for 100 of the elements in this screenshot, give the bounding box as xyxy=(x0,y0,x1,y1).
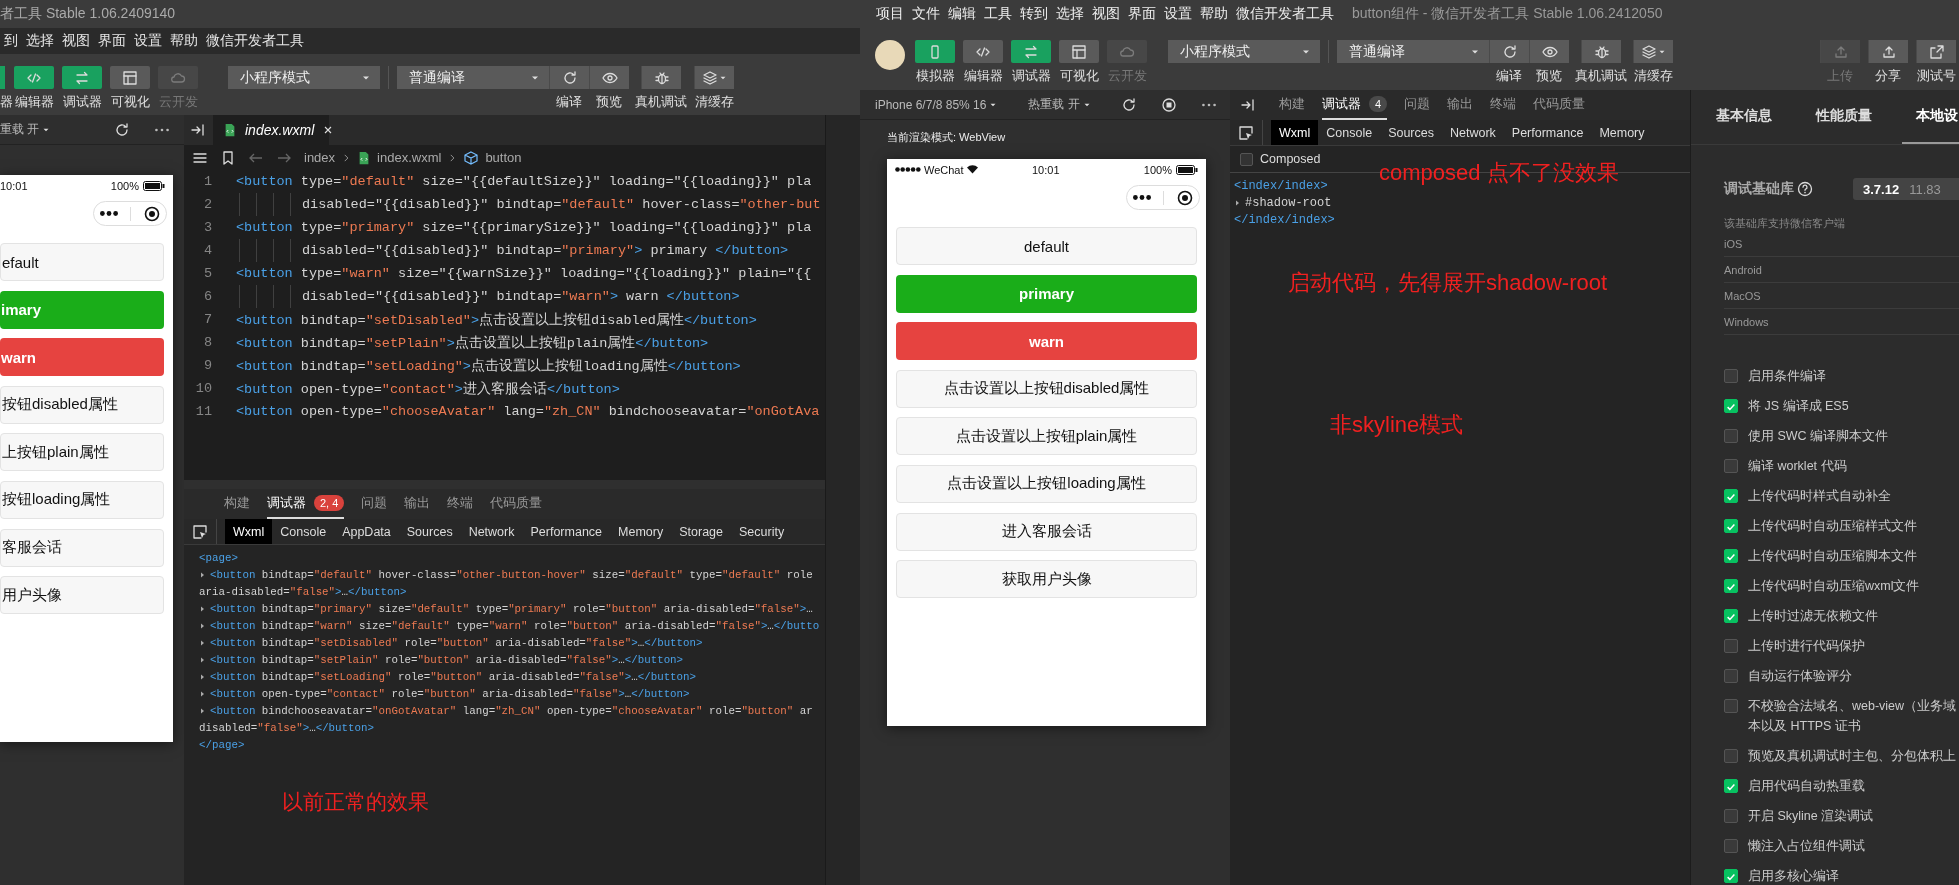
menu-item[interactable]: 文件 xyxy=(912,5,940,23)
simulator-button[interactable] xyxy=(915,40,955,63)
compile-button[interactable] xyxy=(549,66,589,89)
menu-item[interactable]: 帮助 xyxy=(170,32,198,50)
editor-tab[interactable]: index.wxml xyxy=(213,115,329,145)
panel-tab[interactable]: 问题 xyxy=(361,489,388,519)
checkbox[interactable] xyxy=(1724,779,1738,793)
checkbox[interactable] xyxy=(1724,519,1738,533)
panel-tab[interactable]: 终端 xyxy=(447,489,474,519)
menu-item[interactable]: 选择 xyxy=(26,32,54,50)
app-button[interactable]: 客服会话 xyxy=(0,528,164,567)
menu-item[interactable]: 转到 xyxy=(1020,5,1048,23)
test-account-button[interactable] xyxy=(1916,40,1956,63)
app-button[interactable]: 上按钮plain属性 xyxy=(0,433,164,472)
app-button[interactable]: 用户头像 xyxy=(0,576,164,615)
devtools-tab[interactable]: Console xyxy=(272,519,335,544)
checkbox[interactable] xyxy=(1724,549,1738,563)
app-button[interactable]: 按钮loading属性 xyxy=(0,480,164,519)
menu-item[interactable]: 帮助 xyxy=(1200,5,1228,23)
menu-item[interactable]: 选择 xyxy=(1056,5,1084,23)
checkbox[interactable] xyxy=(1724,869,1738,883)
checkbox[interactable] xyxy=(1724,839,1738,853)
menu-item[interactable]: 工具 xyxy=(984,5,1012,23)
panel-tab[interactable]: 代码质量 xyxy=(490,489,543,519)
checkbox[interactable] xyxy=(1724,749,1738,763)
avatar[interactable] xyxy=(875,40,905,70)
devtools-tab[interactable]: Console xyxy=(1318,120,1381,145)
settings-tab[interactable]: 性能质量 xyxy=(1802,90,1872,144)
clear-cache-button[interactable] xyxy=(1633,40,1673,63)
devtools-tab[interactable]: Network xyxy=(1442,120,1504,145)
checkbox[interactable] xyxy=(1724,459,1738,473)
preview-button[interactable] xyxy=(589,66,629,89)
app-button[interactable]: 点击设置以上按钮loading属性 xyxy=(896,464,1197,503)
menu-item[interactable]: 视图 xyxy=(62,32,90,50)
panel-tab[interactable]: 输出 xyxy=(404,489,431,519)
preview-button[interactable] xyxy=(1529,40,1569,63)
settings-tab[interactable]: 基本信息 xyxy=(1702,90,1772,144)
breadcrumb-item[interactable]: index xyxy=(304,150,336,165)
devtools-tab[interactable]: Performance xyxy=(522,519,611,544)
app-button[interactable]: efault xyxy=(0,243,164,281)
device-debug-button[interactable] xyxy=(641,66,681,89)
menu-item[interactable]: 设置 xyxy=(134,32,162,50)
devtools-tab[interactable]: AppData xyxy=(334,519,399,544)
device-debug-button[interactable] xyxy=(1581,40,1621,63)
compile-dropdown[interactable]: 普通编译 xyxy=(1337,40,1489,63)
devtools-tab[interactable]: Sources xyxy=(398,519,461,544)
app-button[interactable]: default xyxy=(896,227,1197,265)
devtools-tab[interactable]: Sources xyxy=(1380,120,1442,145)
devtools-tab[interactable]: Memory xyxy=(610,519,672,544)
mode-dropdown[interactable]: 小程序模式 xyxy=(1168,40,1320,63)
visual-button[interactable] xyxy=(1059,40,1099,63)
menu-item[interactable]: 设置 xyxy=(1164,5,1192,23)
menu-item[interactable]: 视图 xyxy=(1092,5,1120,23)
visual-button[interactable] xyxy=(110,66,150,89)
menu-item[interactable]: 界面 xyxy=(1128,5,1156,23)
compile-dropdown[interactable]: 普通编译 xyxy=(397,66,549,89)
mode-dropdown[interactable]: 小程序模式 xyxy=(228,66,380,89)
devtools-tab[interactable]: Storage xyxy=(671,519,731,544)
app-button[interactable]: 点击设置以上按钮disabled属性 xyxy=(896,369,1197,408)
devtools-tab[interactable]: Network xyxy=(460,519,523,544)
devtools-tab[interactable]: Security xyxy=(731,519,793,544)
debugger-button[interactable] xyxy=(1011,40,1051,63)
menu-item[interactable]: 微信开发者工具 xyxy=(206,32,304,50)
editor-button[interactable] xyxy=(14,66,54,89)
hot-reload-toggle[interactable]: 重载 开 xyxy=(0,121,52,138)
devtools-tab[interactable]: Performance xyxy=(1503,120,1592,145)
checkbox[interactable] xyxy=(1724,429,1738,443)
checkbox[interactable] xyxy=(1724,809,1738,823)
hot-reload-toggle[interactable]: 热重载 开 xyxy=(1028,96,1092,113)
panel-tab[interactable]: 构建 xyxy=(224,489,250,519)
checkbox[interactable] xyxy=(1724,369,1738,383)
checkbox[interactable] xyxy=(1724,669,1738,683)
debugger-button[interactable] xyxy=(62,66,102,89)
app-button[interactable]: 获取用户头像 xyxy=(896,560,1197,599)
panel-tab[interactable]: 输出 xyxy=(1447,90,1474,120)
panel-tab[interactable]: 终端 xyxy=(1490,90,1517,120)
compile-button[interactable] xyxy=(1489,40,1529,63)
clear-cache-button[interactable] xyxy=(694,66,734,89)
app-button[interactable]: warn xyxy=(0,338,164,377)
devtools-tab[interactable]: Memory xyxy=(1591,120,1653,145)
checkbox[interactable] xyxy=(1724,489,1738,503)
menu-item[interactable]: 到 xyxy=(4,32,18,50)
device-select[interactable]: iPhone 6/7/8 85% 16 xyxy=(875,97,999,112)
app-button[interactable]: 按钮disabled属性 xyxy=(0,385,164,424)
app-button[interactable]: 进入客服会话 xyxy=(896,512,1197,551)
share-button[interactable] xyxy=(1868,40,1908,63)
menu-item[interactable]: 微信开发者工具 xyxy=(1236,5,1334,23)
devtools-tab[interactable]: Wxml xyxy=(1271,120,1319,145)
menu-item[interactable]: 项目 xyxy=(876,5,904,23)
settings-tab[interactable]: 本地设 xyxy=(1902,90,1959,144)
checkbox[interactable] xyxy=(1724,579,1738,593)
breadcrumb-item[interactable]: button xyxy=(485,150,522,165)
panel-tab[interactable]: 问题 xyxy=(1404,90,1431,120)
panel-tab[interactable]: 构建 xyxy=(1279,90,1305,120)
checkbox[interactable] xyxy=(1724,609,1738,623)
checkbox[interactable] xyxy=(1240,152,1253,166)
editor-button[interactable] xyxy=(963,40,1003,63)
checkbox[interactable] xyxy=(1724,699,1738,713)
devtools-tab[interactable]: Wxml xyxy=(225,519,273,544)
app-button[interactable]: warn xyxy=(896,322,1197,361)
